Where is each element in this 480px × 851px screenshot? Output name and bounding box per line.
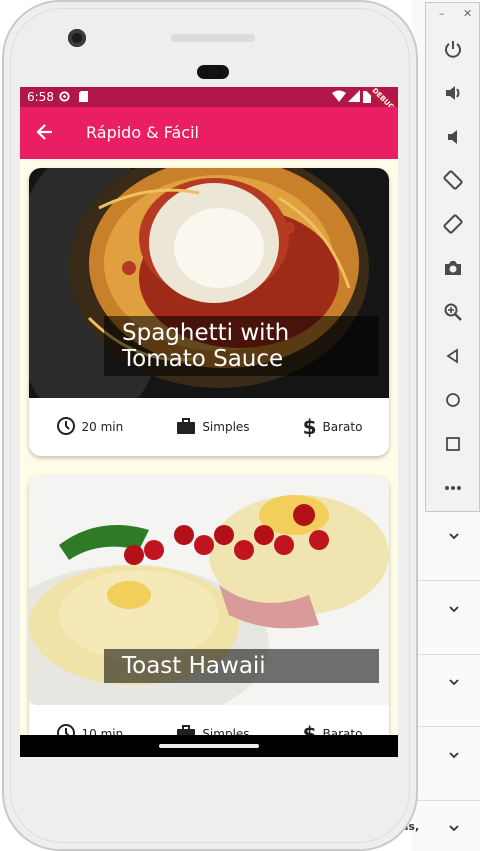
briefcase-icon <box>176 417 196 438</box>
wifi-icon <box>332 90 346 105</box>
meal-title: Spaghetti with Tomato Sauce <box>104 316 379 376</box>
meal-complexity: Simples <box>176 417 250 438</box>
background-row-divider <box>412 726 480 727</box>
home-icon[interactable] <box>439 386 467 414</box>
meal-card[interactable]: Toast Hawaii 10 min Simples $ Barato <box>29 475 389 757</box>
background-row-divider <box>412 800 480 801</box>
earpiece <box>171 34 255 42</box>
complexity-text: Simples <box>202 420 250 434</box>
volume-up-icon[interactable] <box>439 79 467 107</box>
chevron-down-icon[interactable] <box>448 676 460 688</box>
meal-details: 20 min Simples $ Barato <box>29 398 389 456</box>
duration-text: 20 min <box>81 420 124 434</box>
overview-icon[interactable] <box>439 430 467 458</box>
gesture-nav-bar <box>20 735 398 757</box>
rotate-left-icon[interactable] <box>439 166 467 194</box>
app-bar: Rápido & Fácil <box>20 107 398 159</box>
rotate-right-icon[interactable] <box>439 210 467 238</box>
emulator-toolbar: – ✕ <box>425 2 480 512</box>
meal-title: Toast Hawaii <box>104 649 379 683</box>
settings-status-icon <box>58 90 71 106</box>
camera-icon[interactable] <box>439 254 467 282</box>
chevron-down-icon[interactable] <box>448 822 460 834</box>
chevron-down-icon[interactable] <box>448 749 460 761</box>
back-arrow-icon[interactable] <box>36 123 54 145</box>
background-row-divider <box>412 654 480 655</box>
more-icon[interactable] <box>439 474 467 502</box>
close-icon[interactable]: ✕ <box>463 7 472 20</box>
minimize-icon[interactable]: – <box>439 7 445 20</box>
sd-card-icon <box>78 90 89 106</box>
zoom-icon[interactable] <box>439 298 467 326</box>
dollar-icon: $ <box>302 415 317 439</box>
background-row-divider <box>412 580 480 581</box>
page-title: Rápido & Fácil <box>86 123 199 142</box>
clock-icon <box>56 416 76 439</box>
power-icon[interactable] <box>439 35 467 63</box>
chevron-down-icon[interactable] <box>448 530 460 542</box>
signal-icon <box>348 90 360 105</box>
meal-card[interactable]: Spaghetti with Tomato Sauce 20 min Simpl… <box>29 168 389 456</box>
front-camera <box>68 29 86 47</box>
speaker-grille <box>197 65 229 79</box>
toolbar-window-controls: – ✕ <box>426 7 480 23</box>
volume-down-icon[interactable] <box>439 123 467 151</box>
back-icon[interactable] <box>439 342 467 370</box>
status-time: 6:58 <box>27 90 54 104</box>
chevron-down-icon[interactable] <box>448 603 460 615</box>
cost-text: Barato <box>322 420 363 434</box>
status-bar: 6:58 DEBUG <box>20 87 398 128</box>
meal-duration: 20 min <box>56 416 124 439</box>
meal-cost: $ Barato <box>303 417 363 437</box>
app-screen: 6:58 DEBUG Rápido & Fácil Spaghetti with… <box>20 87 398 757</box>
home-gesture-handle[interactable] <box>159 744 259 748</box>
